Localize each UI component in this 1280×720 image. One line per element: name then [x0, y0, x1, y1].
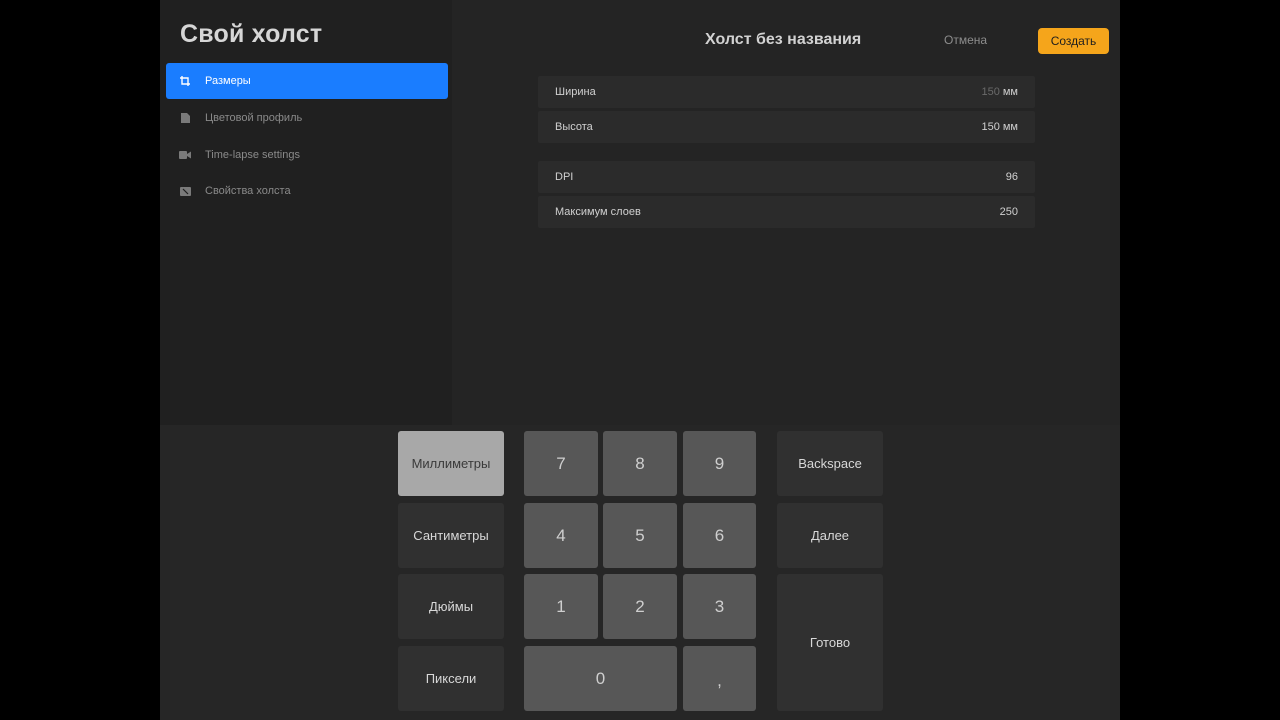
done-button[interactable]: Готово	[777, 574, 883, 711]
sidebar-item-label: Цветовой профиль	[205, 112, 303, 124]
video-camera-icon	[178, 149, 192, 161]
key-comma-label: ,	[717, 671, 722, 690]
key-1[interactable]: 1	[524, 574, 598, 639]
key-9[interactable]: 9	[683, 431, 756, 496]
key-comma[interactable]: ,	[683, 646, 756, 711]
key-2[interactable]: 2	[603, 574, 677, 639]
canvas-title[interactable]: Холст без названия	[705, 31, 861, 49]
key-5[interactable]: 5	[603, 503, 677, 568]
unit-pixels-button[interactable]: Пиксели	[398, 646, 504, 711]
dpi-row[interactable]: DPI 96	[538, 161, 1035, 193]
width-unit: мм	[999, 86, 1018, 98]
height-row[interactable]: Высота 150 мм	[538, 111, 1035, 143]
sidebar-item-label: Свойства холста	[205, 185, 291, 197]
max-layers-value: 250	[999, 206, 1018, 218]
app-window: Свой холст Размеры Цветовой профиль Time…	[160, 0, 1120, 720]
key-0[interactable]: 0	[524, 646, 677, 711]
sidebar-item-color-profile[interactable]: Цветовой профиль	[166, 100, 448, 136]
sidebar-item-dimensions[interactable]: Размеры	[166, 63, 448, 99]
cancel-button[interactable]: Отмена	[944, 33, 987, 47]
width-value[interactable]: 150 мм	[981, 86, 1018, 98]
key-8[interactable]: 8	[603, 431, 677, 496]
width-row[interactable]: Ширина 150 мм	[538, 76, 1035, 108]
create-button[interactable]: Создать	[1038, 28, 1109, 54]
crop-icon	[178, 75, 192, 87]
sidebar-item-canvas-properties[interactable]: Свойства холста	[166, 173, 448, 209]
document-icon	[178, 112, 192, 124]
sidebar-title: Свой холст	[180, 20, 323, 48]
key-3[interactable]: 3	[683, 574, 756, 639]
sidebar: Свой холст Размеры Цветовой профиль Time…	[160, 0, 452, 425]
sidebar-item-timelapse[interactable]: Time-lapse settings	[166, 137, 448, 173]
key-6[interactable]: 6	[683, 503, 756, 568]
height-value[interactable]: 150 мм	[981, 121, 1018, 133]
key-4[interactable]: 4	[524, 503, 598, 568]
width-number: 150	[981, 86, 1000, 98]
unit-millimeters-button[interactable]: Миллиметры	[398, 431, 504, 496]
canvas-properties-icon	[178, 185, 192, 197]
height-label: Высота	[555, 121, 593, 133]
dpi-value[interactable]: 96	[1006, 171, 1018, 183]
key-7[interactable]: 7	[524, 431, 598, 496]
numeric-keypad: Миллиметры Сантиметры Дюймы Пиксели 7 8 …	[160, 425, 1120, 720]
sidebar-item-label: Размеры	[205, 75, 251, 87]
unit-inches-button[interactable]: Дюймы	[398, 574, 504, 639]
backspace-button[interactable]: Backspace	[777, 431, 883, 496]
max-layers-label: Максимум слоев	[555, 206, 641, 218]
unit-centimeters-button[interactable]: Сантиметры	[398, 503, 504, 568]
max-layers-row[interactable]: Максимум слоев 250	[538, 196, 1035, 228]
dpi-label: DPI	[555, 171, 574, 183]
sidebar-item-label: Time-lapse settings	[205, 149, 300, 161]
next-button[interactable]: Далее	[777, 503, 883, 568]
width-label: Ширина	[555, 86, 596, 98]
